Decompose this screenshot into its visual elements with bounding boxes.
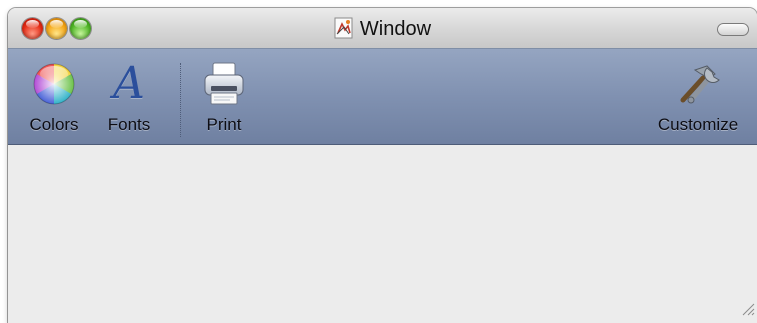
hammer-wrench-icon <box>648 55 748 113</box>
title-bar[interactable]: Window <box>8 8 757 49</box>
toolbar-separator <box>180 63 181 137</box>
toolbar-toggle-button[interactable] <box>717 23 749 36</box>
font-icon: A <box>98 55 160 113</box>
toolbar-item-customize[interactable]: Customize <box>648 55 748 135</box>
toolbar-item-label: Customize <box>657 115 739 134</box>
toolbar-item-colors[interactable]: Colors <box>20 55 88 135</box>
window-content <box>8 145 757 323</box>
toolbar-item-label: Fonts <box>107 115 151 134</box>
toolbar-item-label: Print <box>206 115 242 134</box>
color-wheel-icon <box>20 55 88 113</box>
printer-icon <box>196 55 252 113</box>
document-icon <box>334 17 354 45</box>
resize-grip-icon[interactable] <box>741 302 755 321</box>
toolbar-item-fonts[interactable]: A Fonts <box>98 55 160 135</box>
window-title: Window <box>8 17 757 45</box>
app-window: Window Colors A Fonts Print Customize <box>8 8 757 323</box>
font-glyph: A <box>113 58 145 109</box>
toolbar: Colors A Fonts Print Customize <box>8 49 757 145</box>
toolbar-item-label: Colors <box>29 115 79 134</box>
window-title-text: Window <box>359 18 432 40</box>
toolbar-item-print[interactable]: Print <box>196 55 252 135</box>
